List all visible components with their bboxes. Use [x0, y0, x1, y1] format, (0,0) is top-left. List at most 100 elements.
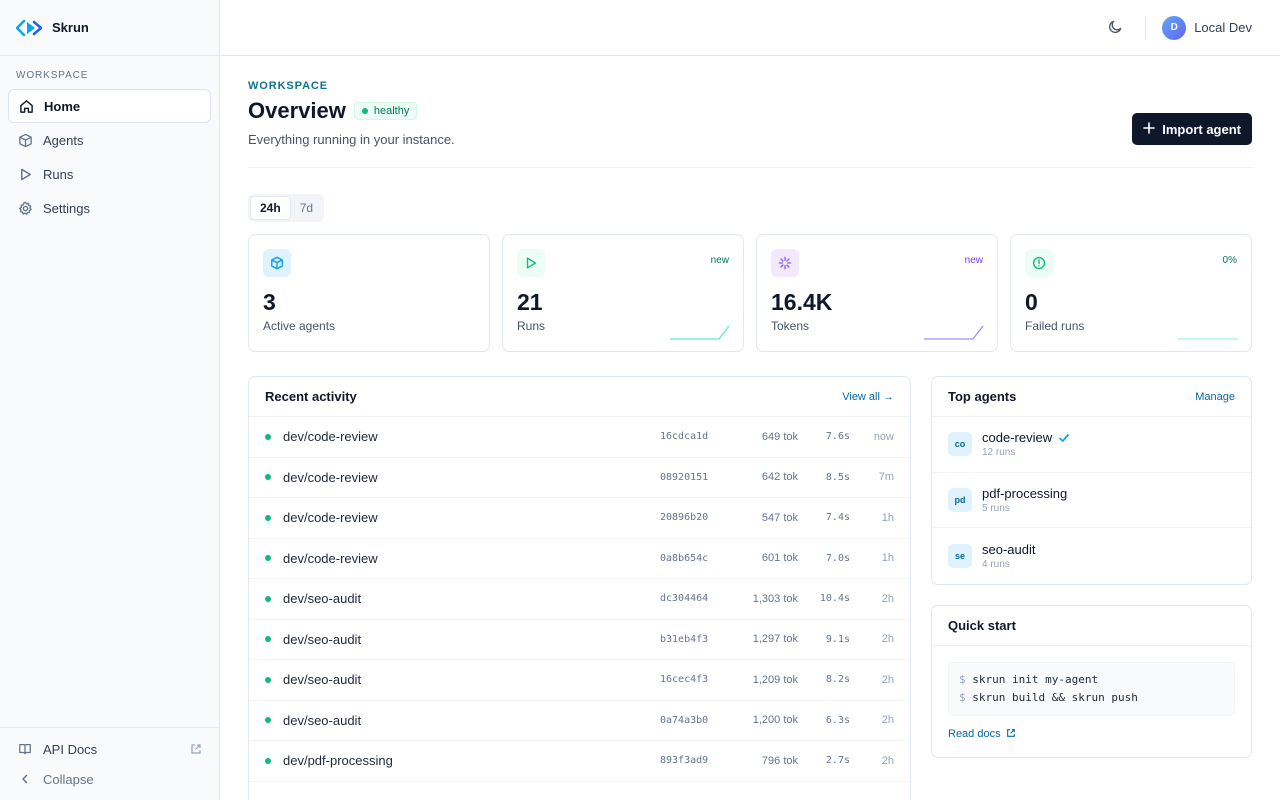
box-icon — [17, 132, 33, 148]
run-agent-name: dev/code-review — [283, 550, 378, 566]
agent-avatar: se — [948, 543, 972, 568]
run-time: 2h — [881, 714, 894, 727]
run-tokens: 601 tok — [761, 552, 798, 565]
stats-row: 3 Active agents new 21 Runs new 16.4K To… — [248, 234, 1252, 352]
sidebar-item-runs[interactable]: Runs — [8, 157, 211, 191]
agent-run-count: 5 runs — [982, 502, 1010, 514]
brand[interactable]: Skrun — [0, 0, 219, 56]
external-link-icon — [1006, 728, 1016, 741]
api-docs-link[interactable]: API Docs — [8, 734, 211, 764]
sidebar-nav: WORKSPACE Home Agents Runs Settings — [0, 56, 219, 225]
status-badge: healthy — [353, 102, 418, 120]
quick-start-panel: Quick start $ skrun init my-agent $ skru… — [931, 604, 1252, 758]
run-time: 1h — [881, 552, 894, 565]
agent-name: pdf-processing — [982, 485, 1068, 501]
sparkle-icon — [771, 249, 799, 277]
agent-row[interactable]: co code-review 12 runs — [932, 417, 1251, 473]
run-time: 2h — [881, 633, 894, 646]
stat-card-failed-runs[interactable]: 0% 0 Failed runs — [1010, 234, 1252, 352]
stat-tag: new — [710, 255, 729, 266]
topbar: D Local Dev — [220, 0, 1280, 56]
stat-tag: 0% — [1222, 255, 1237, 266]
run-tokens: 642 tok — [761, 471, 798, 484]
code-line: $ skrun init my-agent — [959, 671, 1224, 689]
run-duration: 7.4s — [825, 512, 850, 524]
activity-row[interactable]: dev/code-review 08920151 642 tok 8.5s 7m — [249, 458, 910, 498]
stat-tag: new — [964, 255, 983, 266]
external-link-icon — [190, 743, 202, 755]
stat-value: 21 — [517, 289, 543, 315]
collapse-button[interactable]: Collapse — [8, 764, 211, 794]
runs-sparkline — [670, 325, 730, 340]
activity-row[interactable]: dev/seo-audit 16cec4f3 1,209 tok 8.2s 2h — [249, 660, 910, 701]
run-id: 0a74a3b0 — [660, 714, 709, 726]
agent-row[interactable]: pd pdf-processing 5 runs — [932, 473, 1251, 528]
view-all-link[interactable]: View all → — [842, 391, 894, 403]
run-time: 1h — [881, 511, 894, 524]
run-duration: 7.6s — [825, 431, 850, 443]
play-icon — [17, 166, 33, 182]
run-time: 7m — [878, 471, 894, 484]
status-dot — [265, 595, 271, 602]
run-tokens: 1,200 tok — [752, 714, 798, 727]
chevron-left-icon — [17, 771, 33, 787]
agent-info: pdf-processing 5 runs — [982, 486, 1067, 514]
range-option-7d[interactable]: 7d — [291, 196, 322, 220]
run-agent-name: dev/seo-audit — [283, 591, 362, 607]
activity-row[interactable]: dev/code-review 20896b20 547 tok 7.4s 1h — [249, 498, 910, 539]
stat-card-tokens[interactable]: new 16.4K Tokens — [756, 234, 998, 352]
stat-card-runs[interactable]: new 21 Runs — [502, 234, 744, 352]
run-agent-name: dev/pdf-processing — [283, 753, 393, 769]
agent-name-row: seo-audit — [982, 542, 1035, 557]
play-icon — [517, 249, 545, 277]
sidebar-item-label: Settings — [43, 200, 90, 216]
agent-row[interactable]: se seo-audit 4 runs — [932, 528, 1251, 584]
activity-row[interactable]: dev/seo-audit 0a74a3b0 1,200 tok 6.3s 2h — [249, 701, 910, 741]
failed-sparkline — [1178, 338, 1238, 340]
theme-toggle-button[interactable] — [1101, 14, 1129, 42]
run-id: 08920151 — [660, 471, 709, 483]
status-text: healthy — [373, 105, 410, 117]
quick-start-body: $ skrun init my-agent $ skrun build && s… — [932, 646, 1251, 757]
agent-run-count: 4 runs — [982, 558, 1010, 570]
sidebar-item-settings[interactable]: Settings — [8, 191, 211, 225]
sidebar-item-agents[interactable]: Agents — [8, 123, 211, 157]
activity-row[interactable]: dev/seo-audit b31eb4f3 1,297 tok 9.1s 2h — [249, 620, 910, 660]
tokens-sparkline — [924, 325, 984, 340]
run-time: now — [873, 430, 894, 443]
run-tokens: 1,297 tok — [752, 633, 798, 646]
status-dot — [265, 757, 271, 764]
page-eyebrow: WORKSPACE — [248, 80, 329, 92]
run-duration: 2.7s — [825, 755, 850, 767]
import-agent-button[interactable]: Import agent — [1132, 113, 1252, 145]
activity-row[interactable]: dev/code-review 16cdca1d 649 tok 7.6s now — [249, 417, 910, 458]
run-duration: 6.3s — [825, 714, 850, 726]
panel-title: Recent activity — [265, 389, 357, 404]
range-option-24h[interactable]: 24h — [250, 196, 291, 220]
code-text: skrun build && skrun push — [972, 690, 1138, 704]
run-agent-name: dev/code-review — [283, 469, 378, 485]
sidebar-item-home[interactable]: Home — [8, 89, 211, 123]
sidebar-item-label: Home — [44, 98, 81, 114]
user-menu[interactable]: D Local Dev — [1162, 15, 1252, 40]
run-duration: 8.5s — [825, 471, 850, 483]
read-docs-link[interactable]: Read docs — [948, 728, 1235, 741]
run-id: b31eb4f3 — [660, 633, 709, 645]
run-id: dc304464 — [660, 593, 709, 605]
status-dot — [265, 676, 271, 683]
page-content: WORKSPACE Overview healthy Everything ru… — [220, 56, 1280, 800]
manage-link[interactable]: Manage — [1195, 391, 1235, 403]
status-dot — [265, 474, 271, 481]
run-agent-name: dev/seo-audit — [283, 712, 362, 728]
main-content: D Local Dev WORKSPACE Overview healthy E… — [220, 0, 1280, 800]
activity-row[interactable]: dev/code-review 0a8b654c 601 tok 7.0s 1h — [249, 539, 910, 579]
activity-row[interactable]: dev/pdf-processing 893f3ad9 796 tok 2.7s 2h — [249, 741, 910, 782]
collapse-label: Collapse — [43, 771, 94, 787]
code-block[interactable]: $ skrun init my-agent $ skrun build && s… — [948, 661, 1235, 716]
app-root: Skrun WORKSPACE Home Agents Runs Setting… — [0, 0, 1280, 800]
stat-card-active-agents[interactable]: 3 Active agents — [248, 234, 490, 352]
activity-row[interactable]: dev/seo-audit dc304464 1,303 tok 10.4s 2h — [249, 579, 910, 620]
moon-icon — [1108, 19, 1123, 37]
status-dot — [265, 636, 271, 643]
page-title: Overview — [248, 98, 346, 123]
